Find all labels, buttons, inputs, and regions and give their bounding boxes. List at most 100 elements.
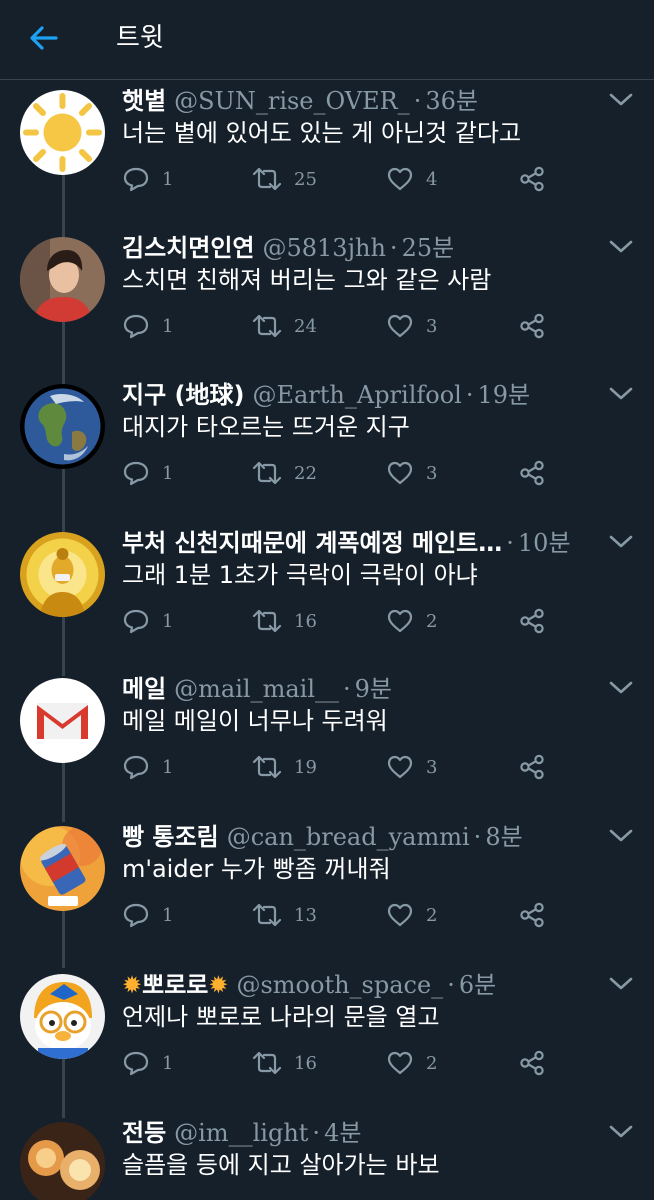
share-button[interactable] <box>518 604 546 638</box>
retweet-button[interactable]: 22 <box>252 456 317 490</box>
display-name[interactable]: 메일 <box>122 675 166 703</box>
tweet-actions: 1 19 3 <box>122 750 552 784</box>
chevron-down-icon[interactable] <box>606 530 636 554</box>
heart-icon <box>387 314 413 338</box>
tweet-item[interactable]: 전등 @im__light · 4분 슬픔을 등에 지고 살아가는 바보 <box>0 1114 654 1200</box>
tweet-header: 부처 신천지때문에 계폭예정 메인트… · 10분 <box>122 529 571 557</box>
tweet-header: 메일 @mail_mail__ · 9분 <box>122 675 393 703</box>
retweet-button[interactable]: 13 <box>252 898 317 932</box>
reply-button[interactable]: 1 <box>122 898 173 932</box>
reply-button[interactable]: 1 <box>122 456 173 490</box>
chevron-down-icon[interactable] <box>606 1120 636 1144</box>
timestamp[interactable]: 8분 <box>485 823 522 851</box>
reply-button[interactable]: 1 <box>122 162 173 196</box>
retweet-count: 16 <box>294 1052 317 1074</box>
like-button[interactable]: 3 <box>386 309 437 343</box>
retweet-button[interactable]: 16 <box>252 1046 317 1080</box>
heart-icon <box>387 609 413 633</box>
tweet-item[interactable]: 메일 @mail_mail__ · 9분 메일 메일이 너무나 두려워 1 19 3 <box>0 670 654 815</box>
share-button[interactable] <box>518 309 546 343</box>
display-name[interactable]: 김스치면인연 <box>122 234 254 262</box>
tweet-item[interactable]: ✹뽀로로✹ @smooth_space_ · 6분 언제나 뽀로로 나라의 문을 열고… <box>0 966 654 1111</box>
sun-avatar[interactable] <box>20 90 105 175</box>
user-handle[interactable]: @can_bread_yammi <box>227 823 470 851</box>
like-button[interactable]: 2 <box>386 604 437 638</box>
tweet-actions: 1 16 2 <box>122 1046 552 1080</box>
display-name[interactable]: 부처 신천지때문에 계폭예정 메인트… <box>122 529 502 557</box>
share-button[interactable] <box>518 456 546 490</box>
heart-icon <box>387 461 413 485</box>
tweet-header: 빵 통조림 @can_bread_yammi · 8분 <box>122 823 523 851</box>
reply-count: 1 <box>162 756 174 778</box>
like-count: 3 <box>426 462 438 484</box>
reply-count: 1 <box>162 462 174 484</box>
timestamp[interactable]: 36분 <box>425 87 478 115</box>
like-count: 3 <box>426 756 438 778</box>
reply-button[interactable]: 1 <box>122 1046 173 1080</box>
tweet-item[interactable]: 빵 통조림 @can_bread_yammi · 8분 m'aider 누가 빵좀 꺼… <box>0 818 654 963</box>
tweet-item[interactable]: 지구 (地球) @Earth_Aprilfool · 19분 대지가 타오르는 뜨거운… <box>0 376 654 521</box>
timestamp[interactable]: 25분 <box>402 234 455 262</box>
like-button[interactable]: 4 <box>386 162 437 196</box>
retweet-count: 22 <box>294 462 317 484</box>
like-button[interactable]: 2 <box>386 898 437 932</box>
timestamp[interactable]: 6분 <box>459 971 496 999</box>
back-button[interactable] <box>22 20 66 56</box>
earth-avatar[interactable] <box>20 384 105 469</box>
user-handle[interactable]: @im__light <box>174 1119 308 1147</box>
like-button[interactable]: 2 <box>386 1046 437 1080</box>
retweet-button[interactable]: 19 <box>252 750 317 784</box>
tweet-item[interactable]: 부처 신천지때문에 계폭예정 메인트… · 10분 그래 1분 1초가 극락이 극락… <box>0 524 654 669</box>
tweet-item[interactable]: 김스치면인연 @5813jhh · 25분 스치면 친해져 버리는 그와 같은 사람 … <box>0 229 654 374</box>
user-handle[interactable]: @smooth_space_ <box>236 971 443 999</box>
chevron-down-icon[interactable] <box>606 235 636 259</box>
share-button[interactable] <box>518 1046 546 1080</box>
chevron-down-icon[interactable] <box>606 88 636 112</box>
can-avatar[interactable] <box>20 826 105 911</box>
chevron-down-icon[interactable] <box>606 676 636 700</box>
user-handle[interactable]: @mail_mail__ <box>174 675 339 703</box>
share-button[interactable] <box>518 750 546 784</box>
display-name[interactable]: 전등 <box>122 1119 166 1147</box>
share-icon <box>520 166 544 192</box>
tweet-item[interactable]: 햇볕 @SUN_rise_OVER_ · 36분 너는 볕에 있어도 있는 게 아닌것… <box>0 82 654 227</box>
reply-count: 1 <box>162 168 174 190</box>
gmail-avatar[interactable] <box>20 678 105 763</box>
reply-button[interactable]: 1 <box>122 604 173 638</box>
back-arrow-icon <box>30 26 58 50</box>
tweet-header: 지구 (地球) @Earth_Aprilfool · 19분 <box>122 381 531 409</box>
retweet-button[interactable]: 16 <box>252 604 317 638</box>
display-name[interactable]: 지구 (地球) <box>122 381 244 409</box>
timestamp[interactable]: 10분 <box>518 529 571 557</box>
user-handle[interactable]: @Earth_Aprilfool <box>252 381 461 409</box>
display-name[interactable]: 뽀로로 <box>142 971 208 999</box>
timestamp[interactable]: 4분 <box>324 1119 361 1147</box>
reply-icon <box>123 461 149 486</box>
retweet-count: 24 <box>294 315 317 337</box>
reply-button[interactable]: 1 <box>122 750 173 784</box>
buddha-avatar[interactable] <box>20 532 105 617</box>
chevron-down-icon[interactable] <box>606 972 636 996</box>
like-button[interactable]: 3 <box>386 456 437 490</box>
tweet-actions: 1 22 3 <box>122 456 552 490</box>
user-handle[interactable]: @5813jhh <box>262 234 385 262</box>
share-button[interactable] <box>518 162 546 196</box>
user-handle[interactable]: @SUN_rise_OVER_ <box>174 87 410 115</box>
timestamp[interactable]: 9분 <box>355 675 392 703</box>
share-button[interactable] <box>518 898 546 932</box>
page-title: 트윗 <box>116 23 164 53</box>
like-button[interactable]: 3 <box>386 750 437 784</box>
chevron-down-icon[interactable] <box>606 382 636 406</box>
display-name[interactable]: 햇볕 <box>122 87 166 115</box>
retweet-button[interactable]: 24 <box>252 309 317 343</box>
reply-button[interactable]: 1 <box>122 309 173 343</box>
person-avatar[interactable] <box>20 237 105 322</box>
lamp-avatar[interactable] <box>20 1122 105 1200</box>
chevron-down-icon[interactable] <box>606 824 636 848</box>
retweet-button[interactable]: 25 <box>252 162 317 196</box>
pororo-avatar[interactable] <box>20 974 105 1059</box>
like-count: 2 <box>426 610 438 632</box>
tweet-text: m'aider 누가 빵좀 꺼내줘 <box>122 855 391 883</box>
timestamp[interactable]: 19분 <box>477 381 530 409</box>
display-name[interactable]: 빵 통조림 <box>122 823 219 851</box>
